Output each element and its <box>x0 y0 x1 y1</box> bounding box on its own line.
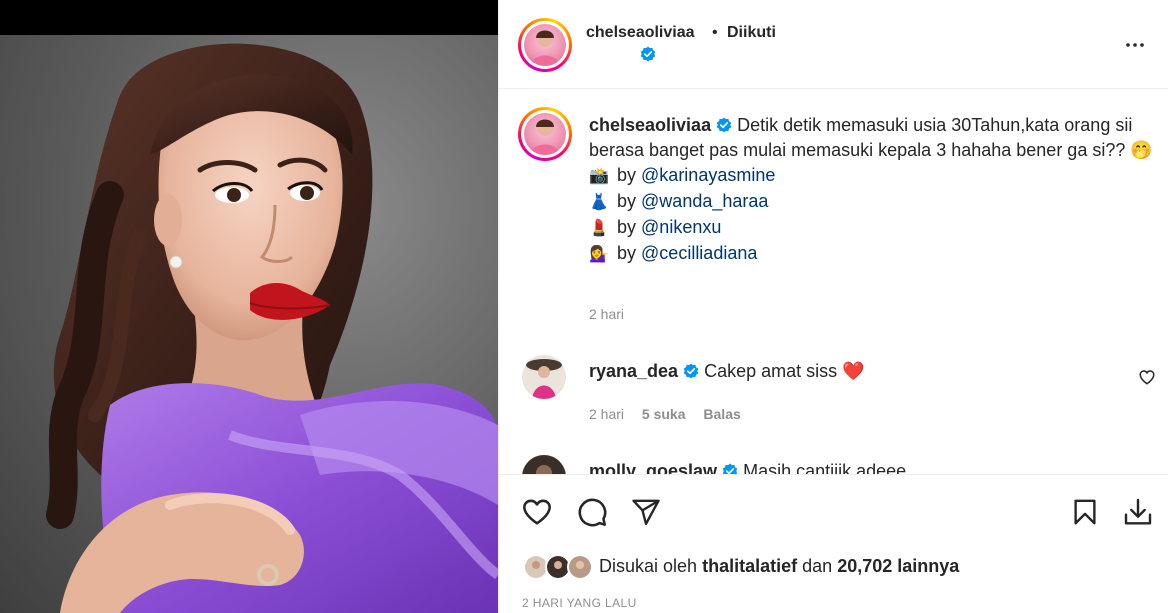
reply-button[interactable]: Balas <box>703 406 740 422</box>
heart-icon <box>523 499 551 525</box>
post-photo[interactable] <box>0 35 498 613</box>
hair-stylist-emoji: 💁‍♀️ <box>589 246 609 263</box>
bookmark-icon <box>1074 499 1096 525</box>
liked-by-prefix: Disukai oleh <box>599 556 698 576</box>
post-header: chelseaoliviaa • Diikuti <box>499 0 1168 89</box>
post-date[interactable]: 2 HARI YANG LALU <box>522 596 637 610</box>
comment-username[interactable]: molly_goeslaw <box>589 461 717 474</box>
post-side-panel: chelseaoliviaa • Diikuti chelseaoliviaa … <box>498 0 1168 613</box>
comment-icon <box>578 498 607 527</box>
share-button[interactable] <box>629 495 663 529</box>
download-icon <box>1124 498 1152 525</box>
credit-line: 👗 by @wanda_haraa <box>589 189 1159 215</box>
liked-by-summary: Disukai oleh thalitalatief dan 20,702 la… <box>599 556 959 577</box>
liked-by-user[interactable]: thalitalatief <box>702 556 797 576</box>
comment-button[interactable] <box>575 495 609 529</box>
verified-badge-icon <box>640 46 656 62</box>
credit-line: 📸 by @karinayasmine <box>589 163 1159 189</box>
comment-like-heart-icon[interactable] <box>1138 368 1156 386</box>
mention-link[interactable]: @wanda_haraa <box>641 191 768 211</box>
more-horizontal-icon[interactable] <box>1123 33 1147 57</box>
follow-status-button[interactable]: Diikuti <box>727 24 776 42</box>
lipstick-emoji: 💄 <box>589 220 609 237</box>
post-actions-section: Disukai oleh thalitalatief dan 20,702 la… <box>499 474 1168 613</box>
mention-link[interactable]: @karinayasmine <box>641 165 775 185</box>
save-button[interactable] <box>1068 495 1102 529</box>
liker-avatar <box>567 554 593 580</box>
camera-emoji: 📸 <box>589 168 609 185</box>
caption-avatar[interactable] <box>518 107 572 161</box>
send-icon <box>632 499 660 526</box>
avatar-image <box>524 113 566 155</box>
comment-text: molly_goeslaw Masih cantiiik adeee <box>589 459 906 474</box>
header-avatar[interactable] <box>518 18 572 72</box>
mention-link[interactable]: @cecilliadiana <box>641 243 757 263</box>
comment-avatar[interactable] <box>522 455 566 474</box>
comment-avatar[interactable] <box>522 355 566 399</box>
likes-suffix[interactable]: lainnya <box>897 556 959 576</box>
comment-username[interactable]: ryana_dea <box>589 361 678 381</box>
verified-badge-icon <box>722 463 738 474</box>
comment-timestamp[interactable]: 2 hari <box>589 406 624 422</box>
caption-text-block: chelseaoliviaa Detik detik memasuki usia… <box>589 113 1159 267</box>
dress-emoji: 👗 <box>589 194 609 211</box>
header-separator: • <box>712 24 718 41</box>
post-photo-pane <box>0 0 498 613</box>
caption-username[interactable]: chelseaoliviaa <box>589 115 711 135</box>
comment-meta: 2 hari 5 suka Balas <box>589 406 755 422</box>
credit-by-label: by <box>617 165 637 185</box>
credit-line: 💄 by @nikenxu <box>589 215 1159 241</box>
header-username[interactable]: chelseaoliviaa <box>586 24 695 42</box>
credit-line: 💁‍♀️ by @cecilliadiana <box>589 241 1159 267</box>
comment-likes[interactable]: 5 suka <box>642 406 686 422</box>
comment-text: ryana_dea Cakep amat siss ❤️ <box>589 359 865 384</box>
mention-link[interactable]: @nikenxu <box>641 217 721 237</box>
credit-by-label: by <box>617 191 637 211</box>
avatar-image <box>524 24 566 66</box>
comment-body: Cakep amat siss ❤️ <box>704 361 865 381</box>
verified-badge-icon <box>683 363 699 379</box>
comments-list: ryana_dea Cakep amat siss ❤️ 2 hari 5 su… <box>499 340 1168 474</box>
portrait-illustration <box>46 43 498 613</box>
likes-count[interactable]: 20,702 <box>837 556 892 576</box>
verified-badge-icon <box>716 117 732 133</box>
like-button[interactable] <box>520 495 554 529</box>
credit-by-label: by <box>617 243 637 263</box>
liked-by-middle: dan <box>802 556 833 576</box>
caption-timestamp[interactable]: 2 hari <box>589 306 624 322</box>
credit-by-label: by <box>617 217 637 237</box>
comment-body: Masih cantiiik adeee <box>743 461 907 474</box>
download-button[interactable] <box>1121 495 1155 529</box>
